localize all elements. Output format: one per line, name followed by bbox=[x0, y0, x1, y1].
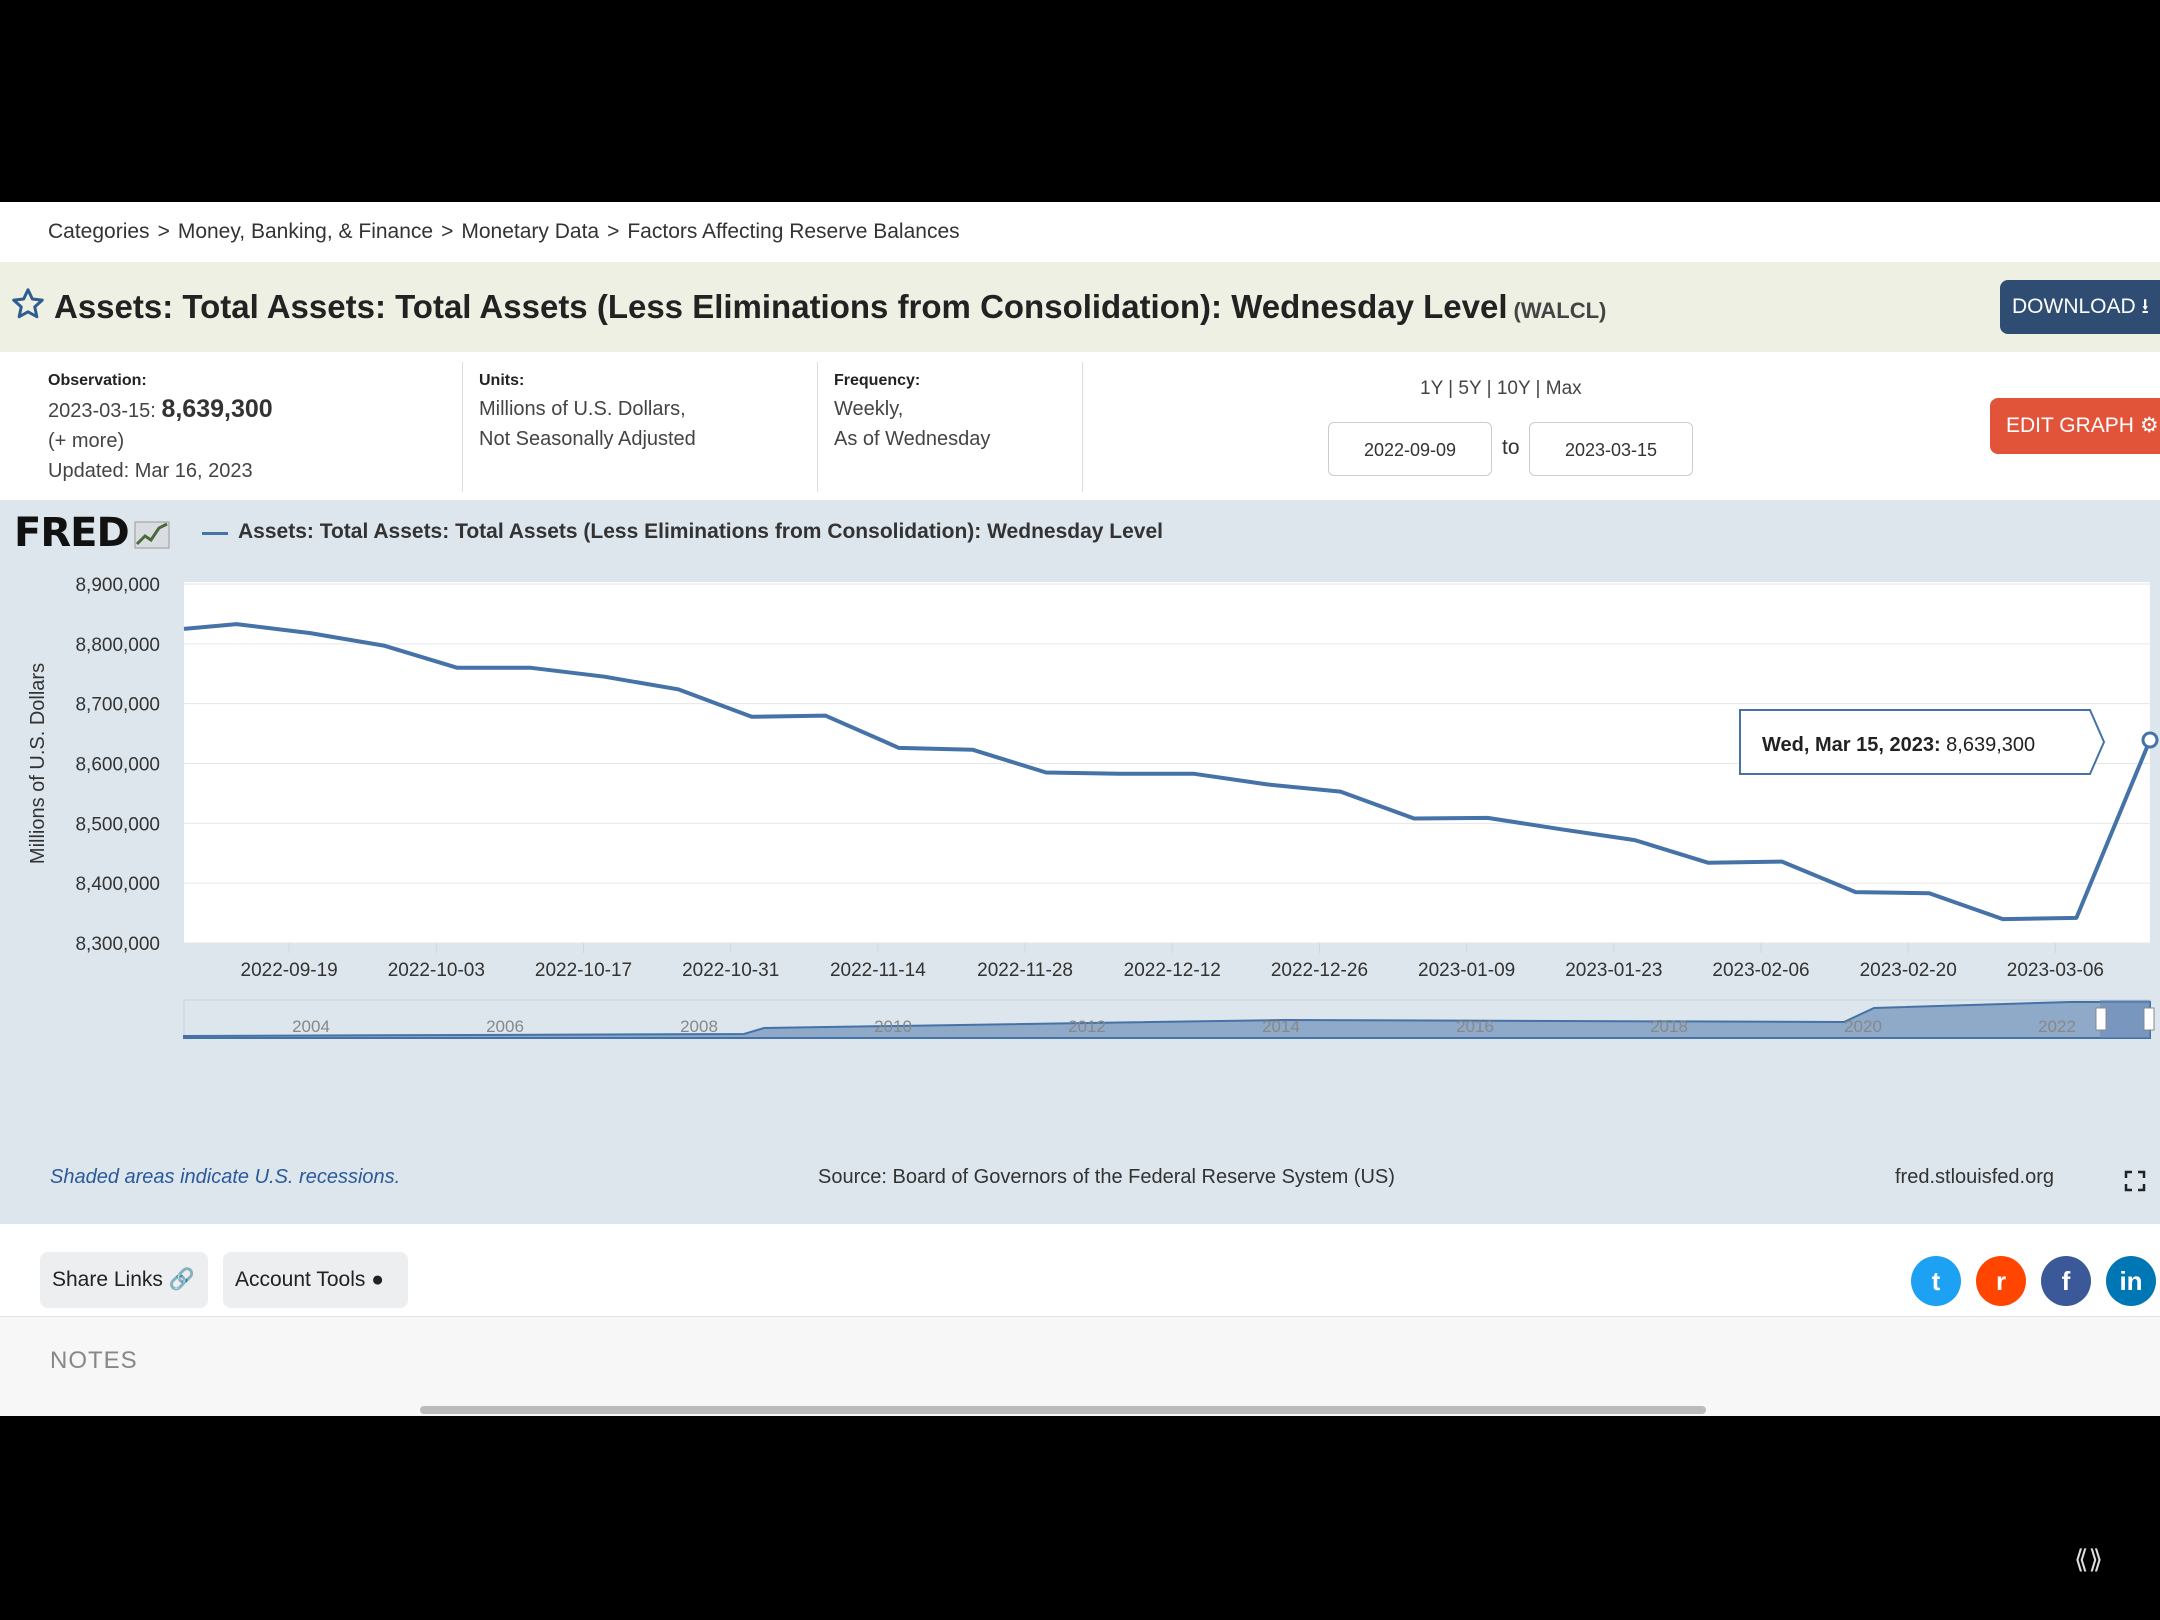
edit-graph-label: EDIT GRAPH bbox=[2006, 414, 2134, 437]
x-tick-label: 2023-02-20 bbox=[1860, 960, 1957, 981]
to-label: to bbox=[1502, 436, 1520, 459]
video-logo-icon: ⟪⟫ bbox=[2074, 1544, 2103, 1574]
site-link[interactable]: fred.stlouisfed.org bbox=[1895, 1166, 2054, 1189]
range-1y[interactable]: 1Y bbox=[1420, 378, 1443, 399]
share-toolbar: Share Links 🔗 Account Tools ● t r f in bbox=[0, 1224, 2160, 1316]
series-code: (WALCL) bbox=[1513, 298, 1607, 323]
y-axis-label: Millions of U.S. Dollars bbox=[27, 663, 49, 864]
x-tick-label: 2022-12-26 bbox=[1271, 960, 1368, 981]
observation-date: 2023-03-15: bbox=[48, 400, 156, 422]
reddit-icon[interactable]: r bbox=[1976, 1256, 2026, 1306]
notes-label: NOTES bbox=[50, 1347, 138, 1374]
series-meta: Observation: 2023-03-15: 8,639,300 (+ mo… bbox=[0, 352, 2160, 500]
tooltip-value: 8,639,300 bbox=[1946, 734, 2035, 756]
x-tick-label: 2022-10-03 bbox=[388, 960, 485, 981]
y-tick-label: 8,800,000 bbox=[75, 635, 160, 656]
page-title: Assets: Total Assets: Total Assets (Less… bbox=[54, 288, 1606, 326]
navigator-handle-right bbox=[2143, 1007, 2155, 1031]
breadcrumb-categories[interactable]: Categories bbox=[48, 220, 150, 243]
gear-icon: ⚙ bbox=[2139, 414, 2159, 437]
line-chart[interactable]: 8,900,000 8,800,000 8,700,000 8,600,000 8,50… bbox=[0, 500, 2160, 1224]
series-title-text: Assets: Total Assets: Total Assets (Less… bbox=[54, 288, 1508, 325]
x-tick-label: 2022-10-31 bbox=[682, 960, 779, 981]
navigator-year-label: 2020 bbox=[1844, 1017, 1882, 1036]
units-label: Units: bbox=[479, 372, 525, 389]
facebook-icon[interactable]: f bbox=[2041, 1256, 2091, 1306]
breadcrumb-factors[interactable]: Factors Affecting Reserve Balances bbox=[627, 220, 959, 243]
download-label: DOWNLOAD bbox=[2012, 295, 2136, 318]
y-tick-label: 8,400,000 bbox=[75, 874, 160, 895]
frequency-block: Frequency: Weekly, As of Wednesday bbox=[834, 352, 1074, 500]
y-tick-label: 8,500,000 bbox=[75, 814, 160, 835]
observation-value: 8,639,300 bbox=[161, 395, 273, 423]
share-links-button[interactable]: Share Links 🔗 bbox=[40, 1252, 208, 1308]
y-tick-label: 8,600,000 bbox=[75, 755, 160, 776]
x-tick-label: 2022-11-28 bbox=[977, 960, 1073, 981]
navigator-year-label: 2016 bbox=[1456, 1017, 1494, 1036]
x-tick-label: 2023-01-09 bbox=[1418, 960, 1515, 981]
recession-note: Shaded areas indicate U.S. recessions. bbox=[50, 1166, 401, 1188]
y-tick-label: 8,300,000 bbox=[75, 934, 160, 955]
horizontal-scrollbar[interactable] bbox=[420, 1406, 1706, 1414]
navigator-handle-left bbox=[2095, 1007, 2107, 1031]
account-tools-button[interactable]: Account Tools ● bbox=[223, 1252, 408, 1308]
share-links-label: Share Links bbox=[52, 1268, 163, 1291]
navigator-year-label: 2018 bbox=[1650, 1017, 1688, 1036]
units-line1: Millions of U.S. Dollars, bbox=[479, 398, 686, 420]
observation-label: Observation: bbox=[48, 372, 147, 389]
frequency-line1: Weekly, bbox=[834, 398, 904, 420]
updated-text: Updated: Mar 16, 2023 bbox=[48, 460, 253, 482]
navigator-year-label: 2022 bbox=[2038, 1017, 2076, 1036]
range-max[interactable]: Max bbox=[1546, 378, 1582, 399]
breadcrumb-money-banking[interactable]: Money, Banking, & Finance bbox=[178, 220, 433, 243]
more-link[interactable]: (+ more) bbox=[48, 430, 124, 452]
user-icon: ● bbox=[371, 1268, 384, 1291]
x-tick-label: 2022-09-19 bbox=[241, 960, 338, 981]
twitter-icon[interactable]: t bbox=[1911, 1256, 1961, 1306]
y-tick-label: 8,900,000 bbox=[75, 575, 160, 596]
notes-section: NOTES bbox=[0, 1316, 2160, 1416]
breadcrumb: Categories > Money, Banking, & Finance > Mon… bbox=[48, 220, 960, 243]
breadcrumb-monetary-data[interactable]: Monetary Data bbox=[461, 220, 599, 243]
units-block: Units: Millions of U.S. Dollars, Not Sea… bbox=[479, 352, 809, 500]
link-icon: 🔗 bbox=[168, 1268, 195, 1291]
navigator-year-label: 2006 bbox=[486, 1017, 524, 1036]
units-line2: Not Seasonally Adjusted bbox=[479, 428, 696, 450]
x-tick-label: 2022-12-12 bbox=[1124, 960, 1221, 981]
download-icon: ⭳ bbox=[2141, 295, 2149, 318]
data-point bbox=[2141, 731, 2159, 749]
frequency-label: Frequency: bbox=[834, 372, 921, 389]
navigator-year-label: 2010 bbox=[874, 1017, 912, 1036]
navigator-year-label: 2008 bbox=[680, 1017, 718, 1036]
x-tick-label: 2023-01-23 bbox=[1565, 960, 1662, 981]
edit-graph-button[interactable]: EDIT GRAPH ⚙ bbox=[1990, 398, 2160, 454]
x-tick-label: 2022-11-14 bbox=[830, 960, 926, 981]
frequency-line2: As of Wednesday bbox=[834, 428, 991, 450]
download-button[interactable]: DOWNLOAD ⭳ bbox=[2000, 280, 2160, 334]
fullscreen-icon[interactable] bbox=[2124, 1170, 2146, 1192]
date-from-input[interactable]: 2022-09-09 bbox=[1328, 422, 1492, 476]
range-5y[interactable]: 5Y bbox=[1458, 378, 1481, 399]
linkedin-icon[interactable]: in bbox=[2106, 1256, 2156, 1306]
x-tick-label: 2022-10-17 bbox=[535, 960, 632, 981]
x-tick-label: 2023-02-06 bbox=[1712, 960, 1809, 981]
source-note: Source: Board of Governors of the Federa… bbox=[818, 1166, 1395, 1188]
range-10y[interactable]: 10Y bbox=[1497, 378, 1530, 399]
navigator-year-label: 2014 bbox=[1262, 1017, 1300, 1036]
observation-block: Observation: 2023-03-15: 8,639,300 (+ mo… bbox=[48, 352, 448, 500]
title-bar: Assets: Total Assets: Total Assets (Less… bbox=[0, 262, 2160, 352]
x-tick-label: 2023-03-06 bbox=[2007, 960, 2104, 981]
navigator-year-label: 2004 bbox=[292, 1017, 330, 1036]
tooltip-date: Wed, Mar 15, 2023: bbox=[1762, 734, 1946, 756]
navigator-selection bbox=[2100, 1000, 2150, 1038]
account-tools-label: Account Tools bbox=[235, 1268, 366, 1291]
date-to-input[interactable]: 2023-03-15 bbox=[1529, 422, 1693, 476]
fred-page: Categories > Money, Banking, & Finance > Mon… bbox=[0, 202, 2160, 1416]
chart-area: FRED Assets: Total Assets: Total Assets … bbox=[0, 500, 2160, 1224]
navigator-year-label: 2012 bbox=[1068, 1017, 1106, 1036]
tooltip-text: Wed, Mar 15, 2023: 8,639,300 bbox=[1762, 734, 2035, 756]
range-selector: 1Y | 5Y | 10Y | Max bbox=[1420, 378, 1582, 399]
y-tick-label: 8,700,000 bbox=[75, 695, 160, 716]
star-icon[interactable] bbox=[10, 286, 46, 322]
